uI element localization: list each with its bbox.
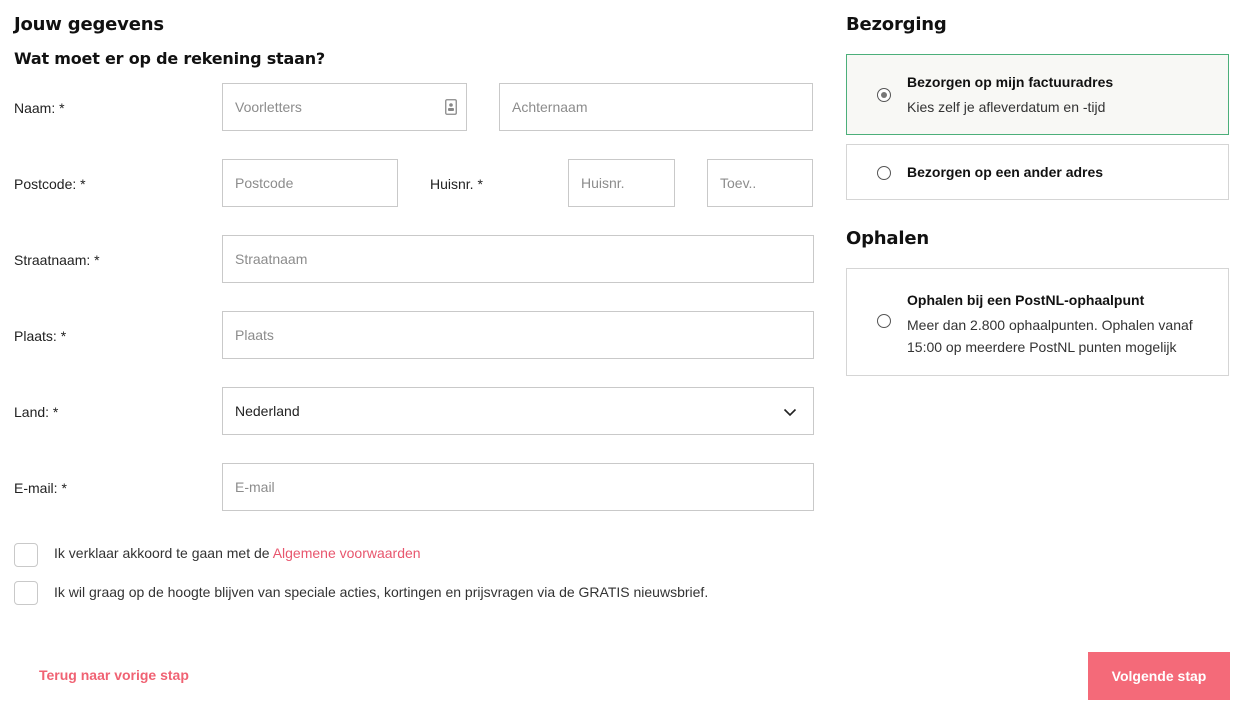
billing-subtitle: Wat moet er op de rekening staan? bbox=[14, 49, 325, 68]
next-step-button[interactable]: Volgende stap bbox=[1088, 652, 1230, 700]
name-label: Naam: * bbox=[14, 100, 65, 116]
pickup-option-postnl[interactable]: Ophalen bij een PostNL-ophaalpunt Meer d… bbox=[846, 268, 1229, 376]
delivery-other-title: Bezorgen op een ander adres bbox=[907, 164, 1104, 180]
country-label: Land: * bbox=[14, 404, 59, 420]
pickup-postnl-title: Ophalen bij een PostNL-ophaalpunt bbox=[907, 292, 1145, 308]
initials-input[interactable] bbox=[222, 83, 467, 131]
pickup-postnl-desc: Meer dan 2.800 ophaalpunten. Ophalen van… bbox=[907, 317, 1193, 355]
delivery-invoice-radio[interactable] bbox=[877, 88, 891, 102]
street-input[interactable] bbox=[222, 235, 814, 283]
housenr-label: Huisnr. * bbox=[430, 176, 483, 192]
housenr-input[interactable] bbox=[568, 159, 675, 207]
delivery-title: Bezorging bbox=[846, 14, 947, 35]
back-link[interactable]: Terug naar vorige stap bbox=[39, 667, 189, 683]
terms-label: Ik verklaar akkoord te gaan met de Algem… bbox=[54, 543, 421, 563]
country-select-value: Nederland bbox=[235, 403, 300, 419]
city-label: Plaats: * bbox=[14, 328, 67, 344]
email-input[interactable] bbox=[222, 463, 814, 511]
lastname-input[interactable] bbox=[499, 83, 813, 131]
email-label: E-mail: * bbox=[14, 480, 67, 496]
street-label: Straatnaam: * bbox=[14, 252, 100, 268]
pickup-postnl-radio[interactable] bbox=[877, 314, 891, 328]
terms-link[interactable]: Algemene voorwaarden bbox=[273, 545, 421, 561]
page-title: Jouw gegevens bbox=[14, 14, 164, 35]
initials-field-wrapper bbox=[222, 83, 467, 131]
delivery-invoice-title: Bezorgen op mijn factuuradres bbox=[907, 74, 1114, 90]
addition-input[interactable] bbox=[707, 159, 813, 207]
delivery-option-other-address[interactable]: Bezorgen op een ander adres bbox=[846, 144, 1229, 200]
postcode-input[interactable] bbox=[222, 159, 398, 207]
terms-text: Ik verklaar akkoord te gaan met de bbox=[54, 545, 273, 561]
postcode-label: Postcode: * bbox=[14, 176, 86, 192]
newsletter-checkbox[interactable] bbox=[14, 581, 38, 605]
delivery-invoice-desc: Kies zelf je afleverdatum en -tijd bbox=[907, 99, 1106, 115]
pickup-title: Ophalen bbox=[846, 228, 929, 249]
city-input[interactable] bbox=[222, 311, 814, 359]
contact-card-icon bbox=[445, 99, 457, 115]
terms-checkbox[interactable] bbox=[14, 543, 38, 567]
delivery-other-radio[interactable] bbox=[877, 166, 891, 180]
newsletter-label: Ik wil graag op de hoogte blijven van sp… bbox=[54, 584, 709, 600]
delivery-option-invoice-address[interactable]: Bezorgen op mijn factuuradres Kies zelf … bbox=[846, 54, 1229, 135]
country-select[interactable]: Nederland bbox=[222, 387, 814, 435]
chevron-down-icon bbox=[783, 408, 797, 417]
